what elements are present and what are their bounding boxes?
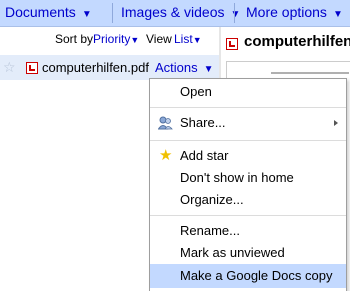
menu-item-organize[interactable]: Organize... [150, 189, 346, 211]
sort-value: Priority [93, 32, 131, 46]
menu-divider [150, 107, 346, 108]
pdf-icon [26, 62, 38, 74]
more-options-tab-label: More options [246, 4, 327, 20]
documents-tab[interactable]: Documents ▼ [5, 0, 92, 26]
share-people-icon [158, 116, 173, 130]
sort-by-label: Sort by [55, 32, 94, 46]
menu-item-label: Open [180, 84, 212, 99]
view-value: List [174, 32, 193, 46]
star-icon: ★ [159, 147, 173, 164]
menu-item-label: Rename... [180, 223, 240, 238]
menu-item-mark-unviewed[interactable]: Mark as unviewed [150, 242, 346, 264]
submenu-arrow-icon [334, 120, 338, 126]
actions-menu: Open Share... ★ Add star Don't show in h… [149, 78, 347, 291]
menu-item-share[interactable]: Share... [150, 112, 346, 134]
menu-item-open[interactable]: Open [150, 81, 346, 103]
documents-tab-label: Documents [5, 4, 76, 20]
more-options-tab[interactable]: More options ▼ [246, 0, 343, 26]
preview-text-line [271, 72, 349, 74]
pdf-icon [226, 38, 238, 50]
dropdown-arrow-icon: ▼ [332, 9, 343, 20]
menu-item-rename[interactable]: Rename... [150, 220, 346, 242]
menu-item-label: Make a Google Docs copy [180, 268, 333, 283]
dropdown-arrow-icon: ▼ [203, 64, 214, 75]
top-navigation-bar: Documents ▼ Images & videos ▼ More options… [0, 0, 350, 27]
tab-divider [234, 3, 235, 23]
sort-by-dropdown[interactable]: Priority▼ [93, 27, 139, 52]
images-videos-tab-label: Images & videos [121, 4, 225, 20]
file-name[interactable]: computerhilfen.pdf [42, 55, 149, 80]
tab-divider [112, 3, 113, 23]
preview-title[interactable]: computerhilfen [244, 33, 350, 50]
menu-item-label: Organize... [180, 192, 244, 207]
view-label: View [146, 32, 172, 46]
dropdown-arrow-icon: ▼ [192, 35, 202, 45]
menu-divider [150, 215, 346, 216]
menu-divider [150, 140, 346, 141]
dropdown-arrow-icon: ▼ [230, 9, 241, 20]
sort-view-bar: Sort by Priority▼ View List▼ [0, 27, 219, 51]
menu-item-label: Don't show in home [180, 170, 294, 185]
images-videos-tab[interactable]: Images & videos ▼ [121, 0, 240, 26]
menu-item-label: Mark as unviewed [180, 245, 285, 260]
menu-item-make-google-docs-copy[interactable]: Make a Google Docs copy [150, 264, 346, 288]
dropdown-arrow-icon: ▼ [81, 9, 92, 20]
dropdown-arrow-icon: ▼ [130, 35, 140, 45]
menu-item-label: Share... [180, 115, 226, 130]
actions-label: Actions [155, 60, 198, 75]
file-row[interactable]: ☆ computerhilfen.pdf Actions ▼ [0, 55, 219, 80]
menu-item-label: Add star [180, 148, 229, 163]
menu-item-dont-show-in-home[interactable]: Don't show in home [150, 167, 346, 189]
view-dropdown[interactable]: List▼ [174, 27, 202, 52]
star-empty-icon[interactable]: ☆ [3, 55, 16, 80]
menu-item-add-star[interactable]: ★ Add star [150, 145, 346, 167]
